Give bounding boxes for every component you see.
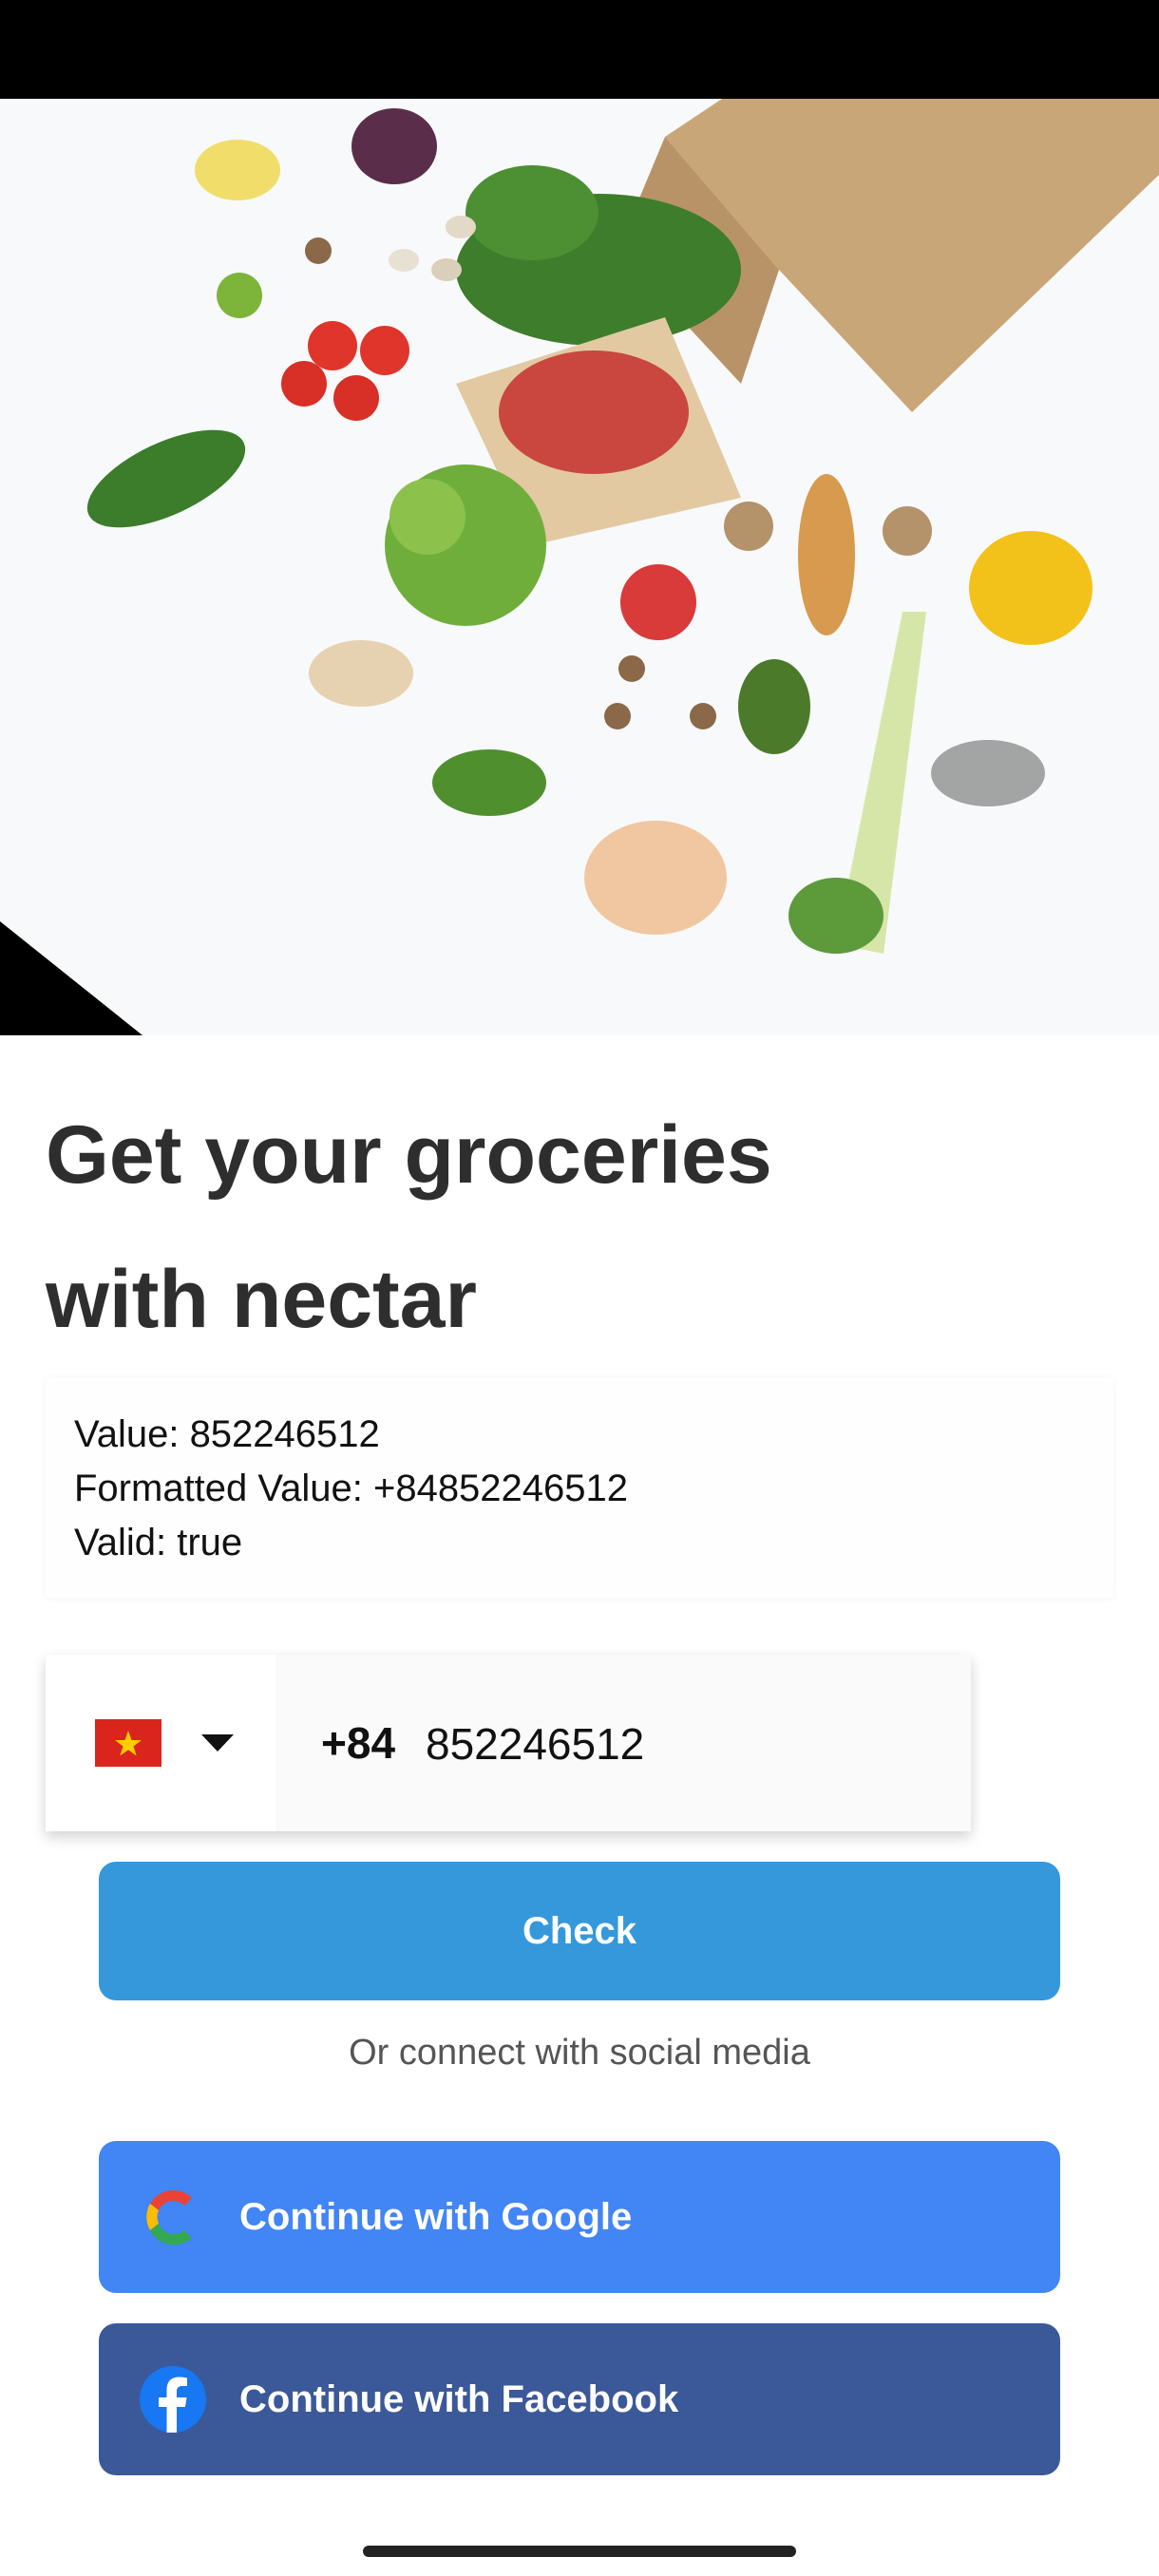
page-title: Get your groceries with nectar xyxy=(46,1083,1110,1372)
page-title-line-2: with nectar xyxy=(46,1254,477,1345)
phone-info-panel: Value: 852246512 Formatted Value: +84852… xyxy=(46,1377,1113,1598)
dial-code: +84 xyxy=(321,1718,396,1768)
google-login-label: Continue with Google xyxy=(239,2196,633,2238)
phone-input[interactable] xyxy=(426,1708,939,1780)
facebook-login-label: Continue with Facebook xyxy=(239,2378,679,2420)
status-bar xyxy=(0,0,1159,99)
formatted-value-text: Formatted Value: +84852246512 xyxy=(74,1468,629,1509)
hero-groceries-image xyxy=(0,99,1159,1035)
facebook-icon xyxy=(140,2366,206,2433)
facebook-login-button[interactable]: Continue with Facebook xyxy=(99,2323,1060,2475)
check-button[interactable]: Check xyxy=(99,1862,1060,2000)
phone-number-field: +84 xyxy=(46,1655,971,1831)
home-indicator[interactable] xyxy=(363,2546,796,2557)
valid-text: Valid: true xyxy=(74,1522,243,1563)
google-icon xyxy=(146,2189,200,2245)
vietnam-flag-icon xyxy=(95,1719,162,1767)
country-picker[interactable] xyxy=(46,1655,276,1831)
page-title-line-1: Get your groceries xyxy=(46,1109,772,1201)
google-login-button[interactable]: Continue with Google xyxy=(99,2141,1060,2293)
chevron-down-icon xyxy=(201,1734,234,1752)
check-button-label: Check xyxy=(522,1909,637,1952)
value-text: Value: 852246512 xyxy=(74,1413,380,1455)
social-caption: Or connect with social media xyxy=(349,2033,810,2073)
